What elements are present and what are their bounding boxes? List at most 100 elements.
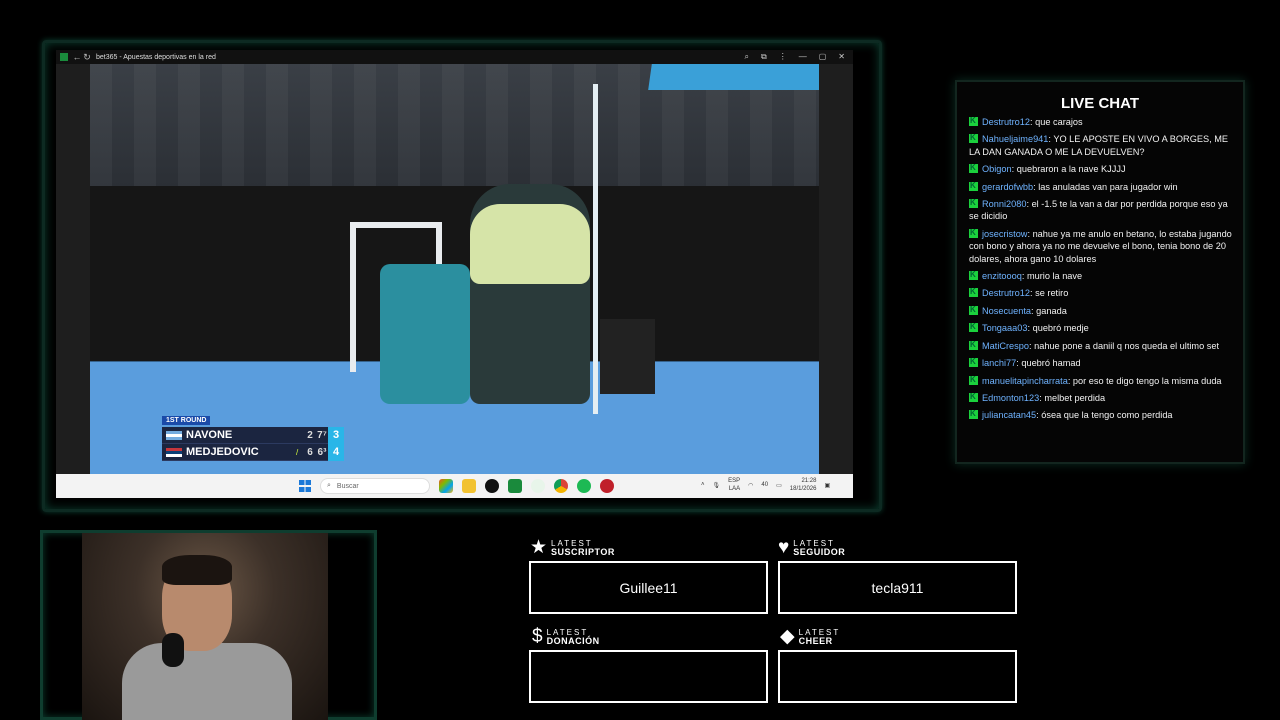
cooler <box>600 319 655 394</box>
chat-message: enzitoooq: murio la nave <box>969 269 1233 282</box>
chat-message: Destrutro12: que carajos <box>969 115 1233 128</box>
minimize-icon[interactable]: — <box>799 52 807 62</box>
tiktok-icon[interactable] <box>485 479 499 493</box>
kick-badge-icon <box>969 356 978 368</box>
game-score: 4 <box>328 443 344 461</box>
diamond-icon: ◆ <box>780 626 795 647</box>
chat-text: quebró hamad <box>1021 358 1081 369</box>
chat-username[interactable]: Nahueljaime941 <box>982 134 1048 144</box>
taskbar-apps <box>439 479 614 493</box>
chat-message: Obigon: quebraron a la nave KJJJJ <box>969 162 1233 175</box>
system-tray: ˄ 🎙 ESP LAA ◠ 40 ▭ 21:28 18/1/2026 ▣ <box>701 477 830 493</box>
chat-message: juliancatan45: ósea que la tengo como pe… <box>969 408 1233 421</box>
label-main: SUSCRIPTOR <box>551 546 615 557</box>
extensions-icon[interactable]: ⧉ <box>761 52 767 62</box>
back-icon[interactable]: ← <box>72 52 82 62</box>
argentina-flag-icon <box>166 430 182 440</box>
latest-donacion-label: $ LATEST DONACIÓN <box>532 627 600 646</box>
bet365-icon[interactable] <box>508 479 522 493</box>
chat-message: Tongaaa03: quebró medje <box>969 321 1233 334</box>
language-indicator[interactable]: ESP LAA <box>728 477 740 493</box>
kick-badge-icon <box>969 286 978 299</box>
chat-username[interactable]: josecristow <box>982 229 1027 239</box>
chat-username[interactable]: Tongaaa03 <box>982 323 1027 333</box>
copilot-icon[interactable] <box>439 479 453 493</box>
chat-username[interactable]: enzitoooq <box>982 271 1022 281</box>
set-score: 6³ <box>317 446 327 458</box>
browser-window: ← ↻ bet365 - Apuestas deportivas en la r… <box>56 50 853 498</box>
kick-badge-icon <box>969 304 978 316</box>
search-icon[interactable]: ⌕ <box>745 52 749 62</box>
chrome-icon[interactable] <box>554 479 568 493</box>
maximize-icon[interactable]: ▢ <box>819 52 827 62</box>
reload-icon[interactable]: ↻ <box>82 52 92 63</box>
chat-message: MatiCrespo: nahue pone a daniil q nos qu… <box>969 339 1233 352</box>
chat-text: que carajos <box>1035 117 1083 127</box>
latest-suscriptor-box: Guillee11 <box>529 561 768 614</box>
chat-username[interactable]: Destrutro12 <box>982 117 1030 127</box>
menu-icon[interactable]: ⋮ <box>779 52 787 62</box>
label-main: SEGUIDOR <box>793 546 846 557</box>
chat-username[interactable]: juliancatan45 <box>982 410 1036 420</box>
chat-text: ganada <box>1036 305 1067 316</box>
umbrella <box>648 64 819 90</box>
whatsapp-icon[interactable] <box>531 479 545 493</box>
latest-seguidor-box: tecla911 <box>778 561 1017 614</box>
chat-username[interactable]: Nosecuenta <box>982 306 1031 316</box>
kick-badge-icon <box>969 408 978 421</box>
game-score: 3 <box>328 426 344 444</box>
umbrella-pole <box>593 84 598 414</box>
tennis-video[interactable]: 1ST ROUND NAVONE 2 7⁷ 3 MEDJEDOVIC / 6 6… <box>90 64 819 474</box>
battery-icon[interactable]: ▭ <box>776 482 782 489</box>
notification-icon[interactable]: ▣ <box>824 482 830 489</box>
taskbar-search[interactable]: ⌕ Buscar <box>320 478 430 494</box>
spotify-icon[interactable] <box>577 479 591 493</box>
score-row-navone: NAVONE 2 7⁷ 3 <box>162 426 344 444</box>
set-score: 2 <box>307 429 313 441</box>
chat-message: manuelitapincharrata: por eso te digo te… <box>969 374 1233 387</box>
chat-username[interactable]: gerardofwbb <box>982 182 1033 192</box>
kick-badge-icon <box>969 132 978 145</box>
serbia-flag-icon <box>166 447 182 457</box>
chat-username[interactable]: manuelitapincharrata <box>982 376 1068 386</box>
lang-layout: LAA <box>728 486 741 492</box>
chat-username[interactable]: lanchi77 <box>982 358 1016 368</box>
clock-date: 18/1/2026 <box>789 486 817 492</box>
player-shirt <box>470 204 590 284</box>
kick-badge-icon <box>969 391 978 403</box>
windows-start-icon[interactable] <box>299 480 311 492</box>
windows-taskbar: ⌕ Buscar ˄ 🎙 ESP LAA ◠ 40 ▭ 21:28 18/1/2… <box>56 474 853 498</box>
close-icon[interactable]: ✕ <box>838 52 845 62</box>
latest-donacion-box <box>529 650 768 703</box>
volume-label[interactable]: 40 <box>761 482 768 488</box>
chat-username[interactable]: Destrutro12 <box>982 288 1030 298</box>
favicon-icon <box>60 53 68 61</box>
obs-icon[interactable] <box>600 479 614 493</box>
search-placeholder: Buscar <box>336 482 359 490</box>
chat-message-list: Destrutro12: que carajos Nahueljaime941: … <box>969 115 1233 427</box>
clock[interactable]: 21:28 18/1/2026 <box>790 477 817 493</box>
chat-username[interactable]: Ronni2080 <box>982 199 1026 209</box>
chat-message: lanchi77: quebró hamad <box>969 356 1233 369</box>
chat-message: Destrutro12: se retiro <box>969 286 1233 299</box>
chat-text: melbet perdida <box>1044 392 1106 403</box>
set-score: 7⁷ <box>317 429 327 441</box>
lang-code: ESP <box>728 478 741 484</box>
wifi-icon[interactable]: ◠ <box>748 482 753 489</box>
chat-username[interactable]: Obigon <box>982 164 1012 174</box>
latest-cheer-label: ◆ LATEST CHEER <box>780 627 840 646</box>
mic-icon[interactable]: 🎙 <box>713 482 721 489</box>
kick-badge-icon <box>969 339 978 351</box>
heart-icon: ♥ <box>778 537 790 558</box>
chat-username[interactable]: Edmonton123 <box>982 393 1039 403</box>
chevron-up-icon[interactable]: ˄ <box>701 482 705 488</box>
kick-badge-icon <box>969 374 978 386</box>
chat-message: gerardofwbb: las anuladas van para jugad… <box>969 180 1233 193</box>
chat-text: las anuladas van para jugador win <box>1038 181 1178 192</box>
file-explorer-icon[interactable] <box>462 479 476 493</box>
kick-badge-icon <box>969 269 978 281</box>
search-icon: ⌕ <box>327 482 331 489</box>
player-name: MEDJEDOVIC <box>186 446 259 458</box>
chat-username[interactable]: MatiCrespo <box>982 341 1029 351</box>
kick-badge-icon <box>969 197 978 209</box>
